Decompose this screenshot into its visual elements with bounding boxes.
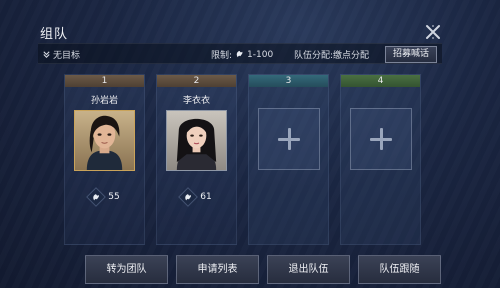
- plus-icon: [370, 128, 392, 150]
- member-name: 李衣衣: [182, 96, 210, 106]
- chevron-down-icon: [43, 51, 50, 58]
- close-button[interactable]: [425, 24, 441, 40]
- slot-index: 3: [249, 75, 328, 87]
- slot-index: 2: [157, 75, 236, 87]
- male-character-avatar: [75, 111, 134, 170]
- convert-to-raid-button[interactable]: 转为团队: [85, 255, 168, 284]
- team-slot-4: 4: [340, 74, 421, 245]
- team-follow-button[interactable]: 队伍跟随: [358, 255, 441, 284]
- level-icon: [185, 193, 192, 200]
- recruit-button[interactable]: 招募喊话: [385, 46, 437, 63]
- slot-index: 1: [65, 75, 144, 87]
- level-icon: [93, 193, 100, 200]
- level-value: 61: [200, 192, 212, 202]
- team-slot-3: 3: [248, 74, 329, 245]
- apply-list-button[interactable]: 申请列表: [176, 255, 259, 284]
- target-label: 无目标: [53, 51, 81, 61]
- invite-member-button[interactable]: [350, 108, 412, 170]
- team-slot-2: 2 李衣衣 61: [156, 74, 237, 245]
- level-icon: [236, 50, 243, 58]
- member-portrait[interactable]: [74, 110, 135, 171]
- level-limit: 限制: 1-100: [211, 48, 274, 62]
- loot-distribution: 队伍分配:缴点分配: [294, 51, 370, 61]
- member-level: 61: [157, 187, 236, 207]
- member-level: 55: [65, 187, 144, 207]
- level-value: 55: [108, 192, 120, 202]
- close-icon: [426, 25, 440, 39]
- target-dropdown[interactable]: 无目标: [42, 48, 80, 61]
- member-name: 孙岩岩: [90, 96, 118, 106]
- leave-team-button[interactable]: 退出队伍: [267, 255, 350, 284]
- level-limit-label: 限制:: [211, 51, 233, 61]
- invite-member-button[interactable]: [258, 108, 320, 170]
- level-range-value: 1-100: [247, 49, 274, 60]
- plus-icon: [278, 128, 300, 150]
- level-badge: [86, 187, 107, 207]
- member-portrait[interactable]: [166, 110, 227, 171]
- female-character-avatar: [167, 111, 226, 170]
- slot-index: 4: [341, 75, 420, 87]
- team-slot-1: 1 孙岩岩 55: [64, 74, 145, 245]
- team-info-bar: 无目标 限制: 1-100 队伍分配:缴点分配 招募喊话: [38, 43, 442, 64]
- level-badge: [178, 187, 199, 207]
- window-title: 组队: [40, 27, 69, 42]
